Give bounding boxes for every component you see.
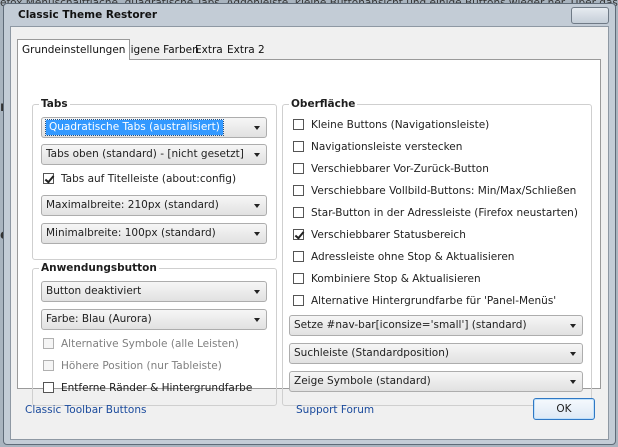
tabs-group-legend: Tabs: [41, 98, 68, 110]
checkbox-box[interactable]: [293, 185, 304, 196]
tab-position-dropdown[interactable]: Tabs oben (standard) - [nicht gesetzt]: [41, 144, 267, 165]
checkbox-box[interactable]: [293, 119, 304, 130]
app-button-color-dropdown[interactable]: Farbe: Blau (Aurora): [41, 309, 267, 330]
chevron-down-icon: [254, 290, 260, 294]
checkbox-box[interactable]: [293, 295, 304, 306]
search-bar-dropdown[interactable]: Suchleiste (Standardposition): [289, 343, 583, 364]
min-width-value: Minimalbreite: 100px (standard): [46, 227, 216, 239]
tab-extra[interactable]: Extra: [192, 43, 226, 60]
classic-toolbar-buttons-link[interactable]: Classic Toolbar Buttons: [25, 404, 146, 416]
surface-option-label: Verschiebbarer Statusbereich: [311, 229, 466, 241]
tab-grundeinstellungen[interactable]: Grundeinstellungen: [17, 39, 131, 60]
tab-style-value: Quadratische Tabs (australisiert): [45, 119, 224, 136]
navbar-iconsize-dropdown[interactable]: Setze #nav-bar[iconsize='small'] (standa…: [289, 315, 583, 336]
chevron-down-icon: [254, 232, 260, 236]
surface-option-label: Kombiniere Stop & Aktualisieren: [311, 273, 481, 285]
support-forum-link[interactable]: Support Forum: [296, 404, 374, 416]
checkbox-box[interactable]: [43, 173, 54, 184]
symbols-dropdown[interactable]: Zeige Symbole (standard): [289, 371, 583, 392]
dialog-client-area: Grundeinstellungen Eigene Farben Extra E…: [10, 26, 609, 440]
surface-option-label: Verschiebbare Vollbild-Buttons: Min/Max/…: [311, 185, 577, 197]
chevron-down-icon: [254, 204, 260, 208]
close-button[interactable]: [571, 7, 609, 24]
chevron-down-icon: [254, 153, 260, 157]
checkbox-box[interactable]: [293, 163, 304, 174]
app-button-group-legend: Anwendungsbutton: [41, 262, 157, 274]
checkbox-box[interactable]: [43, 382, 54, 393]
surface-option-label: Alternative Hintergrundfarbe für 'Panel-…: [311, 295, 557, 307]
dialog-window: Classic Theme Restorer Grundeinstellunge…: [3, 3, 616, 445]
tabs-in-titlebar-label: Tabs auf Titelleiste (about:config): [61, 173, 237, 185]
checkbox-box[interactable]: [293, 273, 304, 284]
chevron-down-icon: [570, 352, 576, 356]
checkbox-box[interactable]: [293, 207, 304, 218]
min-width-dropdown[interactable]: Minimalbreite: 100px (standard): [41, 223, 267, 244]
max-width-dropdown[interactable]: Maximalbreite: 210px (standard): [41, 195, 267, 216]
checkbox-box[interactable]: [293, 251, 304, 262]
surface-option-label: Star-Button in der Adressleiste (Firefox…: [311, 207, 578, 219]
ok-button[interactable]: OK: [533, 398, 595, 420]
app-button-mode-value: Button deaktiviert: [46, 285, 142, 297]
checkbox-box[interactable]: [43, 360, 54, 371]
tab-panel: Tabs Quadratische Tabs (australisiert) T…: [17, 59, 601, 406]
max-width-value: Maximalbreite: 210px (standard): [46, 199, 219, 211]
checkbox-box[interactable]: [293, 229, 304, 240]
checkbox-box[interactable]: [293, 141, 304, 152]
search-bar-value: Suchleiste (Standardposition): [294, 347, 449, 359]
app-button-mode-dropdown[interactable]: Button deaktiviert: [41, 281, 267, 302]
tab-style-dropdown[interactable]: Quadratische Tabs (australisiert): [41, 117, 267, 138]
tab-position-value: Tabs oben (standard) - [nicht gesetzt]: [46, 148, 244, 160]
surface-option-label: Navigationsleiste verstecken: [311, 141, 463, 153]
surface-group-legend: Oberfläche: [291, 98, 356, 110]
higher-position-label: Höhere Position (nur Tableiste): [61, 360, 222, 372]
window-title: Classic Theme Restorer: [18, 9, 158, 21]
remove-borders-label: Entferne Ränder & Hintergrundfarbe: [61, 382, 253, 394]
surface-option-label: Adressleiste ohne Stop & Aktualisieren: [311, 251, 515, 263]
tab-extra-2[interactable]: Extra 2: [224, 43, 268, 60]
alt-symbols-label: Alternative Symbole (alle Leisten): [61, 338, 239, 350]
chevron-down-icon: [254, 318, 260, 322]
checkbox-box[interactable]: [43, 338, 54, 349]
surface-option-label: Kleine Buttons (Navigationsleiste): [311, 119, 490, 131]
app-button-color-value: Farbe: Blau (Aurora): [46, 313, 152, 325]
tab-eigene-farben[interactable]: Eigene Farben: [121, 43, 202, 60]
surface-option-label: Verschiebbarer Vor-Zurück-Button: [311, 163, 489, 175]
chevron-down-icon: [570, 380, 576, 384]
chevron-down-icon: [570, 324, 576, 328]
chevron-down-icon: [254, 126, 260, 130]
symbols-value: Zeige Symbole (standard): [294, 375, 431, 387]
navbar-iconsize-value: Setze #nav-bar[iconsize='small'] (standa…: [294, 319, 527, 331]
